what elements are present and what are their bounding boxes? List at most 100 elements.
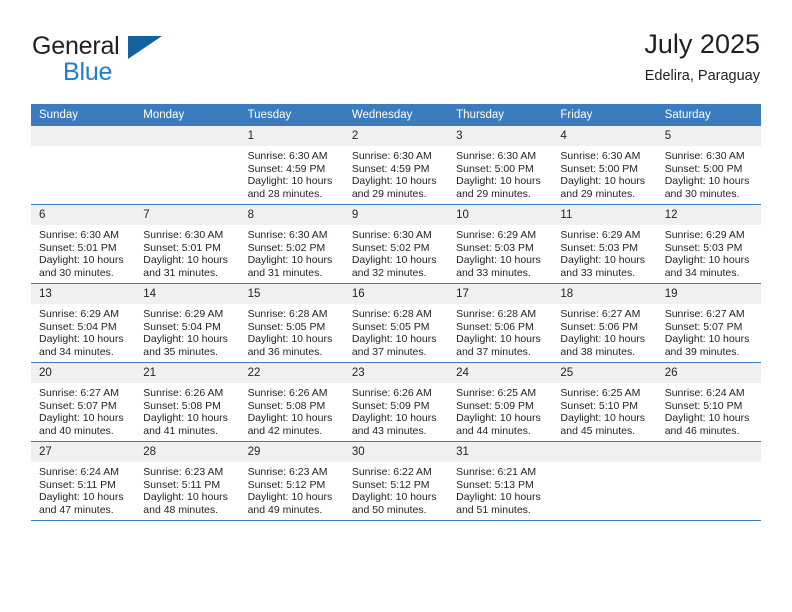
calendar-cell-day[interactable]: 27 Sunrise: 6:24 AM Sunset: 5:11 PM Dayligh…	[31, 441, 136, 521]
calendar-cell-inner	[135, 126, 240, 204]
calendar-cell-day[interactable]: 23 Sunrise: 6:26 AM Sunset: 5:09 PM Dayligh…	[343, 362, 449, 442]
daylight-text-line2: and 43 minutes.	[351, 424, 427, 437]
calendar-cell-day[interactable]: 3 Sunrise: 6:30 AM Sunset: 5:00 PM Daylight…	[448, 126, 553, 205]
day-number: 27	[31, 442, 136, 462]
daylight-text-line1: Daylight: 10 hours	[351, 491, 437, 504]
calendar-cell-day[interactable]: 18 Sunrise: 6:27 AM Sunset: 5:06 PM Dayligh…	[552, 283, 657, 363]
brand-triangle-icon	[128, 36, 162, 59]
day-number: 25	[552, 363, 657, 383]
calendar-cell-day[interactable]: 15 Sunrise: 6:28 AM Sunset: 5:05 PM Dayligh…	[239, 283, 344, 363]
calendar-cell-day[interactable]: 6 Sunrise: 6:30 AM Sunset: 5:01 PM Daylight…	[31, 204, 136, 284]
calendar-cell-day[interactable]: 16 Sunrise: 6:28 AM Sunset: 5:05 PM Dayligh…	[343, 283, 449, 363]
location-subtitle: Edelira, Paraguay	[644, 68, 760, 84]
daylight-text-line1: Daylight: 10 hours	[456, 175, 541, 188]
brand-name-blue: Blue	[63, 58, 113, 86]
daylight-text-line1: Daylight: 10 hours	[456, 333, 541, 346]
calendar-cell-day[interactable]: 8 Sunrise: 6:30 AM Sunset: 5:02 PM Daylight…	[239, 204, 344, 284]
calendar-cell-day[interactable]: 24 Sunrise: 6:25 AM Sunset: 5:09 PM Dayligh…	[448, 362, 553, 442]
sunrise-text: Sunrise: 6:26 AM	[247, 387, 328, 399]
day-details: Sunrise: 6:29 AM Sunset: 5:04 PM Daylight:…	[135, 304, 239, 358]
calendar-cell-day[interactable]: 30 Sunrise: 6:22 AM Sunset: 5:12 PM Dayligh…	[343, 441, 449, 521]
calendar-cell-day[interactable]: 11 Sunrise: 6:29 AM Sunset: 5:03 PM Dayligh…	[552, 204, 657, 284]
calendar-cell-day[interactable]: 4 Sunrise: 6:30 AM Sunset: 5:00 PM Daylight…	[552, 126, 657, 205]
calendar-cell-day[interactable]: 14 Sunrise: 6:29 AM Sunset: 5:04 PM Dayligh…	[135, 283, 240, 363]
sunrise-text: Sunrise: 6:25 AM	[560, 387, 641, 399]
calendar-cell-day[interactable]: 10 Sunrise: 6:29 AM Sunset: 5:03 PM Dayligh…	[448, 204, 553, 284]
calendar-week-row: 20 Sunrise: 6:27 AM Sunset: 5:07 PM Dayligh…	[31, 362, 761, 442]
brand-logo[interactable]: General Blue	[32, 34, 232, 90]
calendar-cell-inner	[31, 126, 136, 204]
day-details: Sunrise: 6:24 AM Sunset: 5:11 PM Daylight:…	[31, 462, 135, 516]
day-number: 12	[656, 205, 761, 225]
daylight-text-line1: Daylight: 10 hours	[247, 412, 333, 425]
day-details: Sunrise: 6:30 AM Sunset: 5:02 PM Daylight:…	[240, 225, 344, 279]
calendar-cell-day[interactable]: 19 Sunrise: 6:27 AM Sunset: 5:07 PM Dayligh…	[656, 283, 761, 363]
calendar-cell-inner: 17 Sunrise: 6:28 AM Sunset: 5:06 PM Dayligh…	[448, 284, 553, 362]
daylight-text-line2: and 46 minutes.	[664, 424, 740, 437]
calendar-cell-day[interactable]: 13 Sunrise: 6:29 AM Sunset: 5:04 PM Dayligh…	[31, 283, 136, 363]
calendar-cell-day[interactable]: 22 Sunrise: 6:26 AM Sunset: 5:08 PM Dayligh…	[239, 362, 344, 442]
daylight-text-line1: Daylight: 10 hours	[39, 333, 124, 346]
daylight-text-line2: and 29 minutes.	[351, 187, 427, 200]
calendar-cell-day[interactable]: 2 Sunrise: 6:30 AM Sunset: 4:59 PM Daylight…	[343, 126, 449, 205]
day-number: 5	[656, 126, 761, 146]
sunset-text: Sunset: 5:03 PM	[456, 241, 534, 254]
calendar-cell-inner: 18 Sunrise: 6:27 AM Sunset: 5:06 PM Dayligh…	[552, 284, 657, 362]
calendar-cell-day[interactable]: 20 Sunrise: 6:27 AM Sunset: 5:07 PM Dayligh…	[31, 362, 136, 442]
calendar-cell-day[interactable]: 29 Sunrise: 6:23 AM Sunset: 5:12 PM Dayligh…	[239, 441, 344, 521]
calendar-cell-day[interactable]: 21 Sunrise: 6:26 AM Sunset: 5:08 PM Dayligh…	[135, 362, 240, 442]
calendar-cell-inner: 26 Sunrise: 6:24 AM Sunset: 5:10 PM Dayligh…	[656, 363, 761, 441]
calendar-body: 1 Sunrise: 6:30 AM Sunset: 4:59 PM Daylight…	[31, 126, 761, 521]
calendar-cell-inner: 29 Sunrise: 6:23 AM Sunset: 5:12 PM Dayligh…	[239, 442, 344, 520]
calendar-cell-inner: 20 Sunrise: 6:27 AM Sunset: 5:07 PM Dayligh…	[31, 363, 136, 441]
calendar-cell-inner: 15 Sunrise: 6:28 AM Sunset: 5:05 PM Dayligh…	[239, 284, 344, 362]
daylight-text-line2: and 34 minutes.	[39, 345, 114, 358]
calendar-cell-day[interactable]: 26 Sunrise: 6:24 AM Sunset: 5:10 PM Dayligh…	[656, 362, 761, 442]
daylight-text-line2: and 37 minutes.	[456, 345, 531, 358]
daylight-text-line2: and 41 minutes.	[143, 424, 218, 437]
calendar-cell-inner: 2 Sunrise: 6:30 AM Sunset: 4:59 PM Daylight…	[343, 126, 449, 204]
daylight-text-line1: Daylight: 10 hours	[456, 254, 541, 267]
calendar-cell-day[interactable]: 9 Sunrise: 6:30 AM Sunset: 5:02 PM Daylight…	[343, 204, 449, 284]
daylight-text-line1: Daylight: 10 hours	[247, 175, 333, 188]
daylight-text-line2: and 50 minutes.	[351, 503, 427, 516]
sunset-text: Sunset: 5:08 PM	[247, 399, 326, 412]
day-details: Sunrise: 6:29 AM Sunset: 5:03 PM Daylight:…	[448, 225, 552, 279]
day-number: 15	[239, 284, 344, 304]
sunset-text: Sunset: 5:11 PM	[39, 478, 116, 491]
calendar-cell-inner: 4 Sunrise: 6:30 AM Sunset: 5:00 PM Daylight…	[552, 126, 657, 204]
sunset-text: Sunset: 5:13 PM	[456, 478, 534, 491]
day-details: Sunrise: 6:23 AM Sunset: 5:12 PM Daylight:…	[240, 462, 344, 516]
daylight-text-line2: and 33 minutes.	[456, 266, 531, 279]
day-details: Sunrise: 6:29 AM Sunset: 5:03 PM Daylight:…	[657, 225, 761, 279]
day-number: 28	[135, 442, 240, 462]
sunrise-text: Sunrise: 6:29 AM	[664, 229, 745, 241]
calendar-cell-day[interactable]: 28 Sunrise: 6:23 AM Sunset: 5:11 PM Dayligh…	[135, 441, 240, 521]
day-number: 17	[448, 284, 553, 304]
daylight-text-line2: and 30 minutes.	[664, 187, 740, 200]
calendar-cell-empty	[656, 441, 761, 521]
calendar-cell-day[interactable]: 12 Sunrise: 6:29 AM Sunset: 5:03 PM Dayligh…	[656, 204, 761, 284]
sunset-text: Sunset: 5:09 PM	[351, 399, 430, 412]
daylight-text-line2: and 37 minutes.	[351, 345, 427, 358]
sunset-text: Sunset: 4:59 PM	[247, 162, 326, 175]
sunset-text: Sunset: 5:06 PM	[560, 320, 639, 333]
calendar-cell-day[interactable]: 1 Sunrise: 6:30 AM Sunset: 4:59 PM Daylight…	[239, 126, 344, 205]
calendar-cell-day[interactable]: 31 Sunrise: 6:21 AM Sunset: 5:13 PM Dayligh…	[448, 441, 553, 521]
daylight-text-line1: Daylight: 10 hours	[351, 412, 437, 425]
day-number	[31, 126, 136, 146]
daylight-text-line2: and 34 minutes.	[664, 266, 740, 279]
sunset-text: Sunset: 5:09 PM	[456, 399, 534, 412]
calendar-cell-day[interactable]: 5 Sunrise: 6:30 AM Sunset: 5:00 PM Daylight…	[656, 126, 761, 205]
sunrise-text: Sunrise: 6:27 AM	[560, 308, 641, 320]
calendar-cell-day[interactable]: 7 Sunrise: 6:30 AM Sunset: 5:01 PM Daylight…	[135, 204, 240, 284]
weekday-header-sunday: Sunday	[31, 104, 136, 126]
day-number: 1	[239, 126, 344, 146]
calendar-cell-day[interactable]: 25 Sunrise: 6:25 AM Sunset: 5:10 PM Dayligh…	[552, 362, 657, 442]
daylight-text-line2: and 28 minutes.	[247, 187, 323, 200]
sunset-text: Sunset: 5:00 PM	[664, 162, 743, 175]
calendar-cell-day[interactable]: 17 Sunrise: 6:28 AM Sunset: 5:06 PM Dayligh…	[448, 283, 553, 363]
daylight-text-line2: and 39 minutes.	[664, 345, 740, 358]
calendar-cell-empty	[135, 126, 240, 205]
daylight-text-line2: and 29 minutes.	[560, 187, 636, 200]
